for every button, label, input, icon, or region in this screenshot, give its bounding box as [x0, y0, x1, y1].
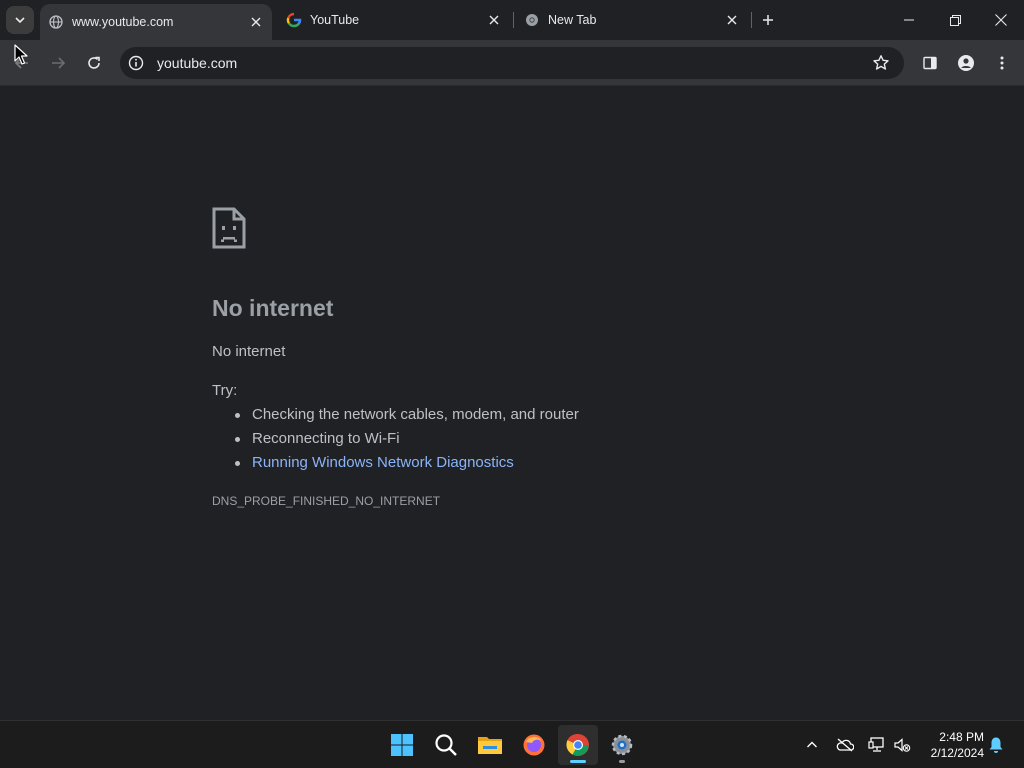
close-tab-icon[interactable] — [486, 12, 502, 28]
tab-search-button[interactable] — [6, 6, 34, 34]
tab-new-tab[interactable]: New Tab — [516, 0, 748, 40]
tab-title: YouTube — [310, 13, 360, 27]
start-icon — [391, 734, 413, 756]
site-info-icon[interactable] — [128, 55, 144, 71]
reload-icon — [88, 56, 100, 69]
close-tab-icon[interactable] — [724, 12, 740, 28]
suggestion-list: Checking the network cables, modem, and … — [212, 403, 579, 475]
network-button[interactable] — [865, 733, 889, 757]
taskbar-search-button[interactable] — [426, 725, 466, 765]
active-app-indicator — [570, 760, 586, 763]
mouse-cursor-icon — [14, 44, 28, 65]
running-app-indicator — [619, 760, 625, 763]
address-bar[interactable]: youtube.com — [120, 47, 904, 79]
reload-button[interactable] — [80, 49, 108, 77]
menu-button[interactable] — [988, 49, 1016, 77]
side-panel-button[interactable] — [916, 49, 944, 77]
volume-button[interactable] — [890, 733, 914, 757]
settings-icon — [611, 734, 633, 756]
error-code: DNS_PROBE_FINISHED_NO_INTERNET — [212, 494, 441, 508]
suggestion-item: Checking the network cables, modem, and … — [235, 403, 579, 427]
close-icon — [995, 14, 1007, 26]
clock-date: 2/12/2024 — [930, 746, 984, 760]
globe-icon — [48, 14, 64, 30]
file-explorer-button[interactable] — [470, 725, 510, 765]
tab-title: New Tab — [548, 13, 597, 27]
error-subtitle: No internet — [212, 343, 286, 360]
profile-button[interactable] — [952, 49, 980, 77]
volume-muted-icon — [894, 738, 911, 752]
chevron-up-icon — [807, 741, 817, 748]
taskbar: 2:48 PM 2/12/2024 — [0, 720, 1024, 768]
forward-arrow-icon — [52, 57, 66, 69]
minimize-button[interactable] — [886, 0, 932, 40]
bell-icon — [989, 737, 1003, 753]
error-page: No internet No internet Try: Checking th… — [0, 87, 1024, 720]
tab-separator — [513, 12, 514, 28]
firefox-button[interactable] — [514, 725, 554, 765]
minimize-icon — [904, 19, 914, 21]
address-url[interactable]: youtube.com — [157, 55, 237, 71]
profile-icon — [958, 55, 974, 71]
tab-youtube[interactable]: YouTube — [278, 0, 510, 40]
onedrive-offline-icon — [836, 738, 854, 752]
tab-title: www.youtube.com — [72, 15, 174, 29]
onedrive-button[interactable] — [833, 733, 857, 757]
restore-icon — [949, 14, 961, 26]
start-button[interactable] — [382, 725, 422, 765]
plus-icon — [763, 15, 773, 25]
settings-button[interactable] — [602, 725, 642, 765]
clock[interactable]: 2:48 PM 2/12/2024 — [920, 729, 984, 761]
tab-strip: www.youtube.com YouTube New Tab — [0, 0, 1024, 40]
chrome-icon — [566, 733, 589, 756]
tab-separator — [751, 12, 752, 28]
restore-button[interactable] — [932, 0, 978, 40]
close-tab-icon[interactable] — [248, 14, 264, 30]
search-icon — [435, 734, 457, 756]
chrome-icon — [524, 12, 540, 28]
new-tab-button[interactable] — [756, 8, 780, 32]
notifications-button[interactable] — [984, 733, 1008, 757]
more-vertical-icon — [1000, 56, 1004, 70]
show-hidden-icons-button[interactable] — [800, 733, 824, 757]
error-title: No internet — [212, 295, 334, 321]
suggestion-item: Reconnecting to Wi-Fi — [235, 427, 579, 451]
try-label: Try: — [212, 382, 238, 399]
close-window-button[interactable] — [978, 0, 1024, 40]
forward-button[interactable] — [44, 49, 72, 77]
network-diagnostics-link[interactable]: Running Windows Network Diagnostics — [235, 451, 579, 475]
firefox-icon — [523, 734, 545, 756]
google-g-icon — [286, 12, 302, 28]
sad-document-icon — [212, 207, 246, 249]
chrome-taskbar-button[interactable] — [558, 725, 598, 765]
clock-time: 2:48 PM — [939, 730, 984, 744]
chevron-down-icon — [15, 17, 25, 24]
network-disconnected-icon — [868, 737, 884, 752]
tab-youtube-www[interactable]: www.youtube.com — [40, 4, 272, 40]
side-panel-icon — [923, 56, 937, 70]
bookmark-star-icon[interactable] — [872, 54, 890, 72]
browser-toolbar: youtube.com — [0, 40, 1024, 86]
file-explorer-icon — [478, 737, 502, 754]
